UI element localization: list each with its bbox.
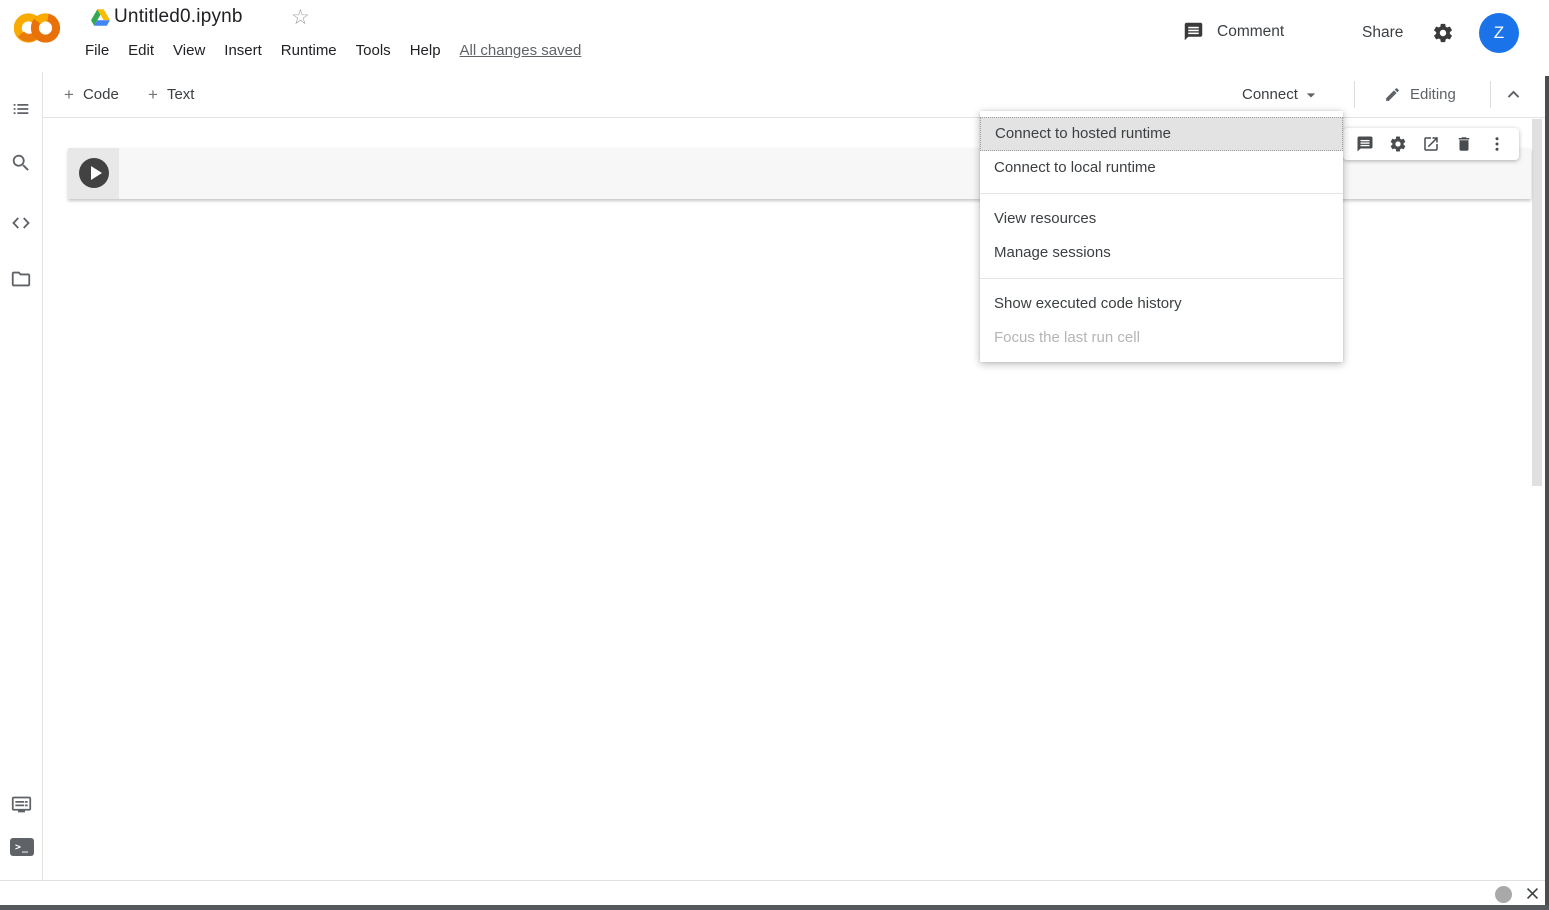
toc-icon	[10, 98, 32, 120]
menu-view[interactable]: View	[173, 42, 205, 59]
menu-tools[interactable]: Tools	[356, 42, 391, 59]
menu-divider	[980, 278, 1343, 279]
notebook-title[interactable]: Untitled0.ipynb	[114, 6, 243, 28]
menu-item-connect-hosted[interactable]: Connect to hosted runtime	[980, 117, 1343, 151]
collapse-toolbar-button[interactable]	[1502, 83, 1525, 106]
code-icon	[10, 212, 32, 234]
settings-button[interactable]	[1432, 22, 1454, 44]
chevron-down-icon	[1301, 85, 1321, 105]
menu-item-connect-local[interactable]: Connect to local runtime	[980, 151, 1343, 185]
close-icon	[1523, 884, 1542, 903]
search-icon	[10, 152, 32, 174]
more-options-icon[interactable]	[1488, 135, 1506, 153]
colab-logo[interactable]	[14, 8, 62, 48]
menu-item-code-history[interactable]: Show executed code history	[980, 287, 1343, 321]
add-code-button[interactable]: + Code	[64, 72, 119, 117]
menu-divider	[980, 193, 1343, 194]
cell-toolbar	[1343, 128, 1519, 160]
left-sidebar: >_	[0, 72, 43, 880]
command-palette-button[interactable]	[10, 794, 33, 815]
save-status[interactable]: All changes saved	[460, 42, 582, 59]
close-statusbar-button[interactable]	[1523, 884, 1542, 903]
avatar-letter: Z	[1494, 23, 1504, 43]
window-right-edge	[1545, 76, 1549, 910]
plus-icon: +	[64, 85, 74, 105]
editing-mode-button[interactable]: Editing	[1384, 72, 1456, 117]
open-in-tab-icon[interactable]	[1422, 135, 1440, 153]
menu-item-focus-last-cell: Focus the last run cell	[980, 321, 1343, 355]
add-text-button[interactable]: + Text	[148, 72, 194, 117]
cell-settings-icon[interactable]	[1389, 135, 1407, 153]
pencil-icon	[1384, 86, 1401, 103]
editing-label: Editing	[1410, 86, 1456, 103]
terminal-button[interactable]: >_	[10, 838, 34, 856]
command-palette-icon	[10, 794, 33, 815]
taskbar-edge	[0, 905, 1549, 910]
vertical-scrollbar-thumb[interactable]	[1532, 119, 1542, 486]
menu-item-manage-sessions[interactable]: Manage sessions	[980, 236, 1343, 270]
comment-icon	[1183, 21, 1204, 42]
gear-icon	[1432, 22, 1454, 44]
menubar: File Edit View Insert Runtime Tools Help…	[85, 42, 581, 59]
terminal-icon: >_	[15, 842, 29, 853]
table-of-contents-button[interactable]	[10, 98, 32, 120]
toolbar-divider	[1490, 81, 1491, 108]
menu-item-view-resources[interactable]: View resources	[980, 202, 1343, 236]
find-replace-button[interactable]	[10, 152, 32, 174]
avatar[interactable]: Z	[1479, 13, 1519, 53]
run-cell-button[interactable]	[79, 158, 109, 188]
folder-icon	[10, 268, 32, 290]
play-icon	[91, 166, 102, 180]
connect-dropdown-menu: Connect to hosted runtime Connect to loc…	[980, 111, 1343, 362]
chevron-up-icon	[1502, 83, 1525, 106]
menu-edit[interactable]: Edit	[128, 42, 154, 59]
comment-button[interactable]: Comment	[1183, 21, 1284, 42]
toolbar-divider	[1354, 81, 1355, 108]
menu-insert[interactable]: Insert	[224, 42, 262, 59]
plus-icon: +	[148, 85, 158, 105]
star-icon[interactable]: ☆	[291, 5, 310, 31]
cell-gutter	[68, 148, 119, 199]
drive-icon	[91, 9, 110, 26]
cell-comment-icon[interactable]	[1356, 135, 1374, 153]
files-button[interactable]	[10, 268, 32, 290]
code-snippets-button[interactable]	[10, 212, 32, 234]
add-text-label: Text	[167, 86, 195, 103]
connect-label: Connect	[1242, 86, 1298, 103]
status-dot-icon	[1495, 886, 1512, 903]
add-code-label: Code	[83, 86, 119, 103]
delete-cell-icon[interactable]	[1455, 135, 1473, 153]
comment-label: Comment	[1217, 23, 1284, 41]
bottom-status-bar	[0, 880, 1549, 905]
menu-file[interactable]: File	[85, 42, 109, 59]
share-button[interactable]: Share	[1362, 24, 1403, 42]
menu-help[interactable]: Help	[410, 42, 441, 59]
menu-runtime[interactable]: Runtime	[281, 42, 337, 59]
colab-logo-icon	[14, 8, 62, 48]
